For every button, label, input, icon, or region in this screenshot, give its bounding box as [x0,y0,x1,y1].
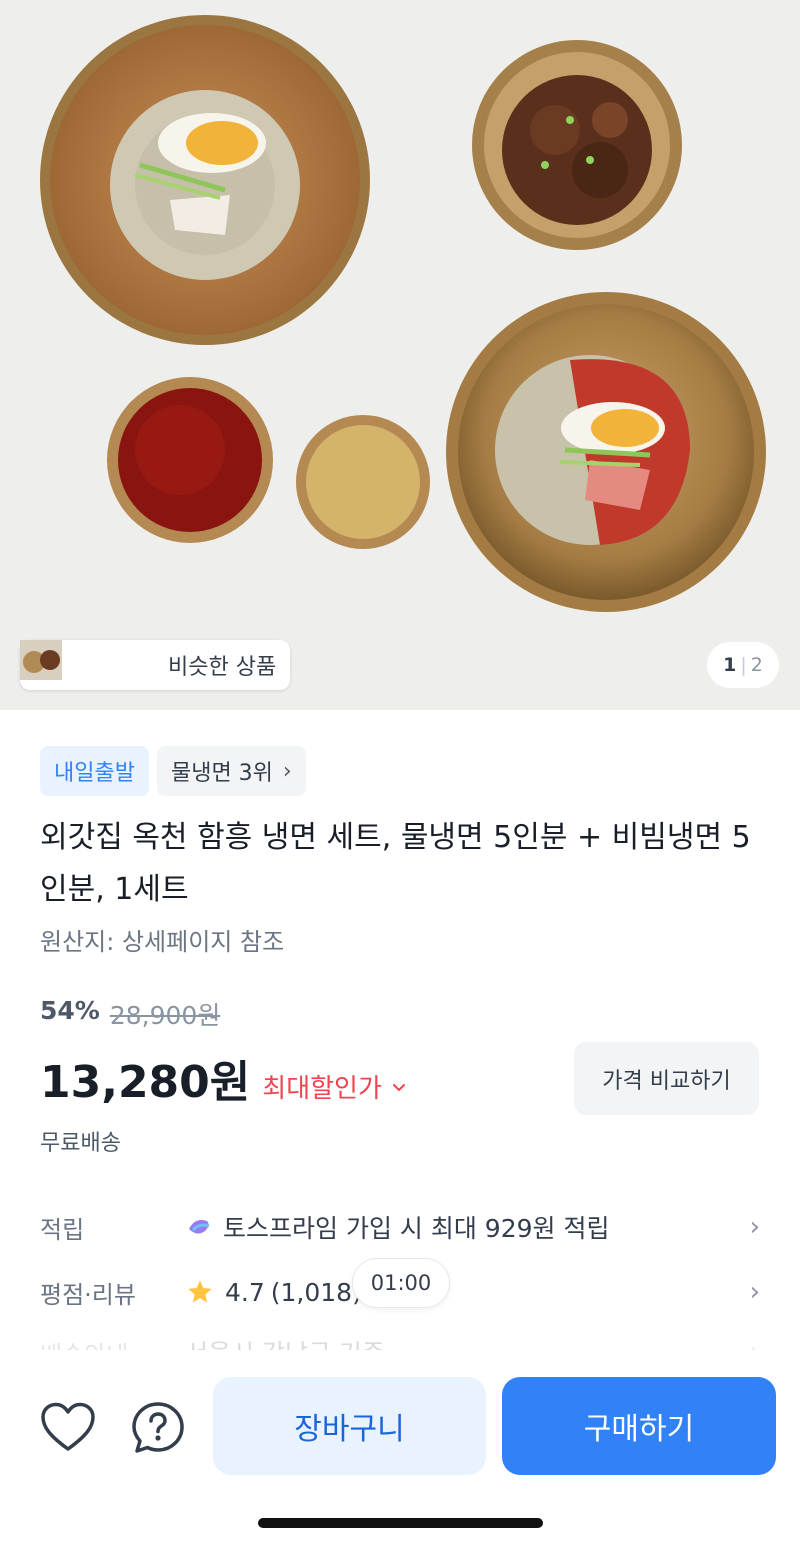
similar-products-label: 비슷한 상품 [168,655,277,680]
points-value: 토스프라임 가입 시 최대 929원 적립 [223,1214,610,1243]
price-compare-button[interactable]: 가격 비교하기 [574,1042,759,1115]
original-price: 28,900원 [109,1001,221,1030]
product-title: 외갓집 옥천 함흥 냉면 세트, 물냉면 5인분 + 비빔냉면 5인분, 1세트 [40,820,751,907]
discount-row: 54% 28,900원 [40,996,220,1032]
similar-products-button[interactable]: 비슷한 상품 [20,640,291,690]
chevron-down-icon [392,1083,405,1091]
category-rank-label: 물냉면 3위 [170,761,273,786]
category-rank-badge[interactable]: 물냉면 3위 › [156,746,306,796]
pager-separator: | [740,654,747,676]
product-photo [0,0,800,710]
shipping-info: 무료배송 [40,1131,121,1156]
rating-value: 4.7 [225,1277,265,1307]
buy-now-button[interactable]: 구매하기 [502,1377,776,1475]
points-row[interactable]: 적립 토스프라임 가입 시 최대 929원 적립 › [40,1205,760,1249]
pager-total: 2 [750,654,763,676]
inquiry-button[interactable] [128,1398,188,1458]
timer-badge: 01:00 [352,1258,450,1308]
max-discount-label: 최대할인가 [262,1074,382,1104]
price-row: 13,280원 최대할인가 [40,1046,408,1110]
review-count: (1,018) [270,1277,362,1307]
question-chat-icon [132,1402,184,1453]
discount-rate: 54% [40,996,100,1025]
heart-icon [41,1402,95,1451]
add-to-cart-button[interactable]: 장바구니 [213,1377,486,1475]
home-indicator[interactable] [258,1518,543,1528]
product-origin: 원산지: 상세페이지 참조 [40,928,285,956]
product-image-gallery[interactable]: 비슷한 상품 1 | 2 [0,0,800,710]
rating-review-label: 평점·리뷰 [40,1280,136,1309]
badge-row: 내일출발 물냉면 3위 › [40,746,306,796]
chevron-right-icon: › [282,758,292,784]
wishlist-button[interactable] [38,1398,98,1458]
similar-product-thumbnail [20,640,113,685]
sale-price: 13,280원 [40,1057,251,1108]
delivery-badge-label: 내일출발 [54,761,135,786]
max-discount-toggle[interactable]: 최대할인가 [262,1068,408,1105]
bottom-action-bar: 장바구니 구매하기 [0,1350,800,1545]
toss-prime-icon [189,1220,210,1234]
chevron-right-icon: › [749,1277,760,1307]
star-icon [188,1280,212,1303]
chevron-right-icon: › [749,1212,760,1242]
pager-current: 1 [723,654,737,676]
image-pager: 1 | 2 [707,642,779,688]
similar-product-thumbnail [20,640,158,685]
delivery-badge: 내일출발 [40,746,149,796]
points-label: 적립 [40,1215,85,1244]
